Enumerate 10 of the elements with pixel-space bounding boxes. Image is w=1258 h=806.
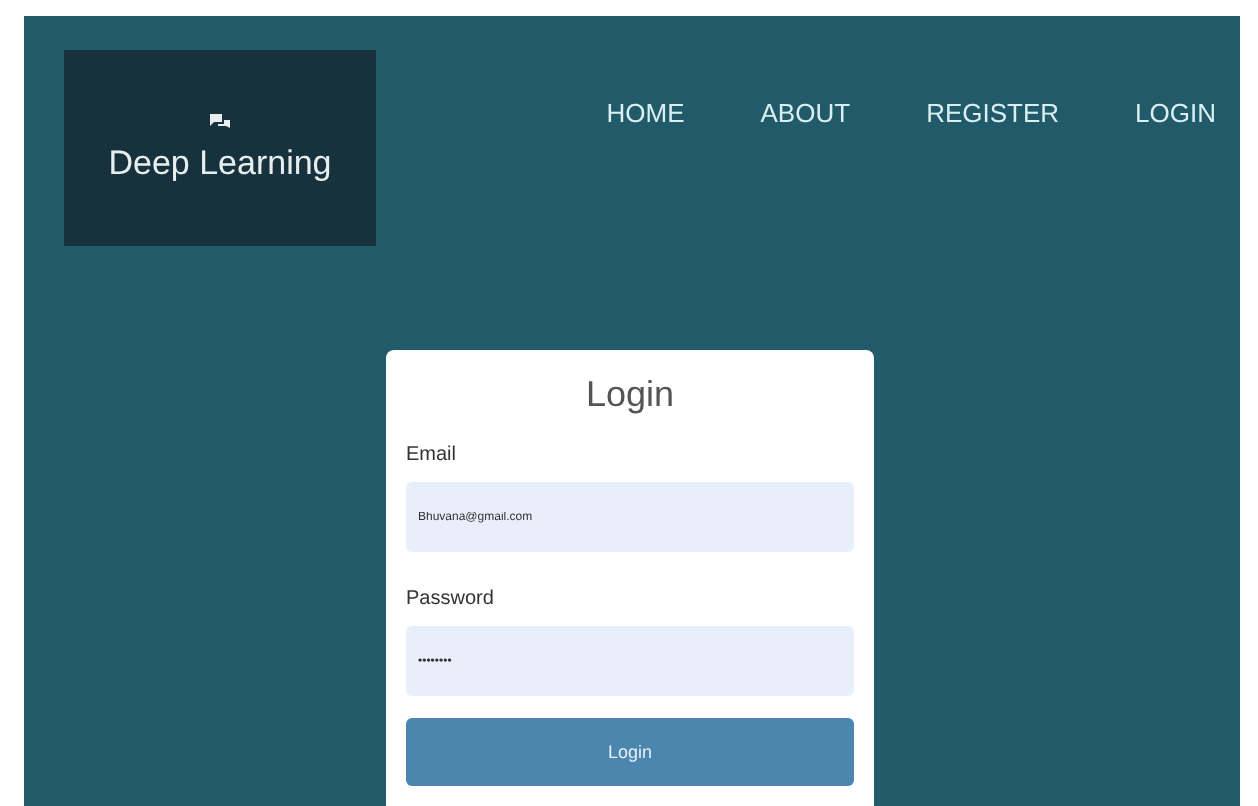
nav-link[interactable]: HOME <box>606 98 685 128</box>
field-label: Password <box>406 588 496 610</box>
nav-link[interactable]: REGISTER <box>926 98 1060 128</box>
nav-link[interactable]: ABOUT <box>760 98 851 128</box>
brand-title: Deep Learning <box>108 143 332 183</box>
field-label: Email <box>406 444 459 466</box>
chat-bubbles-icon <box>210 113 230 131</box>
form-title: Login <box>583 374 677 416</box>
nav-link[interactable]: LOGIN <box>1135 98 1216 128</box>
login-button[interactable]: Login <box>406 718 854 786</box>
